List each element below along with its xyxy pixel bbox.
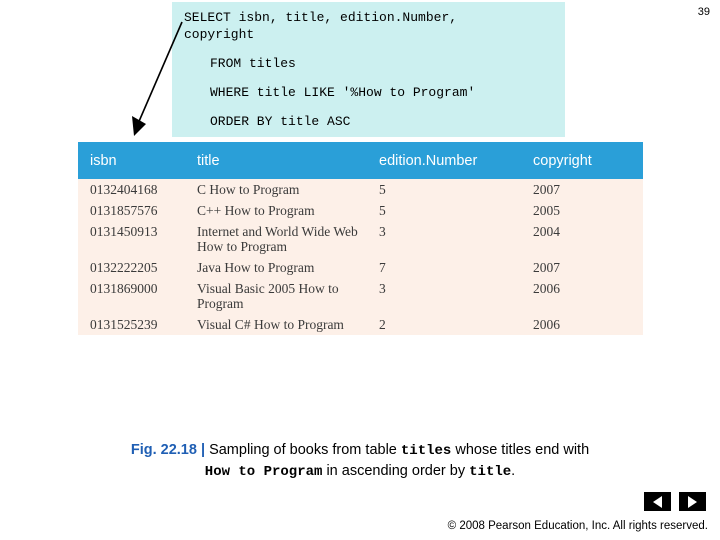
- caption-separator: |: [200, 442, 206, 458]
- column-header-edition-number: edition.Number: [373, 142, 521, 179]
- table-row: 0131525239 Visual C# How to Program 2 20…: [78, 314, 643, 335]
- caption-mono-title: title: [469, 464, 512, 480]
- cell-title: Visual Basic 2005 How to Program: [185, 278, 373, 314]
- cell-title: Visual C# How to Program: [185, 314, 373, 335]
- cell-title: Java How to Program: [185, 257, 373, 278]
- callout-arrow-icon: [132, 21, 183, 136]
- query-results-table: isbn title edition.Number copyright 0132…: [78, 142, 643, 335]
- sql-line-2: copyright: [184, 27, 255, 42]
- caption-period: .: [511, 463, 516, 479]
- caption-text-3: in ascending order by: [326, 463, 466, 479]
- cell-copyright: 2006: [521, 278, 643, 314]
- sql-line-4: WHERE title LIKE '%How to Program': [210, 85, 476, 100]
- previous-slide-button[interactable]: [644, 492, 671, 511]
- table-row: 0131857576 C++ How to Program 5 2005: [78, 200, 643, 221]
- caption-mono-titles: titles: [400, 443, 452, 459]
- slide-navigation: [644, 492, 706, 511]
- cell-isbn: 0131525239: [78, 314, 185, 335]
- figure-label: Fig. 22.18: [130, 442, 197, 458]
- caption-mono-how-to-program: How to Program: [204, 464, 323, 480]
- table-header-row: isbn title edition.Number copyright: [78, 142, 643, 179]
- table-row: 0132404168 C How to Program 5 2007: [78, 179, 643, 200]
- sql-query-box: SELECT isbn, title, edition.Number, copy…: [172, 2, 565, 137]
- left-arrow-icon: [653, 495, 662, 508]
- table-row: 0131450913 Internet and World Wide Web H…: [78, 221, 643, 257]
- table-row: 0131869000 Visual Basic 2005 How to Prog…: [78, 278, 643, 314]
- caption-line-1: Fig. 22.18 | Sampling of books from tabl…: [0, 440, 720, 461]
- right-arrow-icon: [688, 495, 697, 508]
- cell-edition: 5: [373, 179, 521, 200]
- caption-line-2: How to Program in ascending order by tit…: [0, 461, 720, 482]
- cell-edition: 3: [373, 221, 521, 257]
- cell-isbn: 0132404168: [78, 179, 185, 200]
- cell-isbn: 0131869000: [78, 278, 185, 314]
- sql-line-5: ORDER BY title ASC: [210, 114, 351, 129]
- cell-edition: 3: [373, 278, 521, 314]
- sql-line-3: FROM titles: [210, 56, 296, 71]
- cell-copyright: 2004: [521, 221, 643, 257]
- cell-copyright: 2005: [521, 200, 643, 221]
- caption-text-2: whose titles end with: [455, 442, 590, 458]
- cell-isbn: 0131857576: [78, 200, 185, 221]
- next-slide-button[interactable]: [679, 492, 706, 511]
- sql-line-1: SELECT isbn, title, edition.Number,: [184, 10, 458, 25]
- slide-number: 39: [697, 6, 710, 18]
- caption-text-1: Sampling of books from table: [209, 442, 397, 458]
- copyright-footer: © 2008 Pearson Education, Inc. All right…: [447, 520, 708, 532]
- cell-edition: 7: [373, 257, 521, 278]
- cell-copyright: 2007: [521, 257, 643, 278]
- cell-title: Internet and World Wide Web How to Progr…: [185, 221, 373, 257]
- cell-copyright: 2006: [521, 314, 643, 335]
- cell-isbn: 0132222205: [78, 257, 185, 278]
- cell-isbn: 0131450913: [78, 221, 185, 257]
- figure-caption: Fig. 22.18 | Sampling of books from tabl…: [0, 440, 720, 482]
- table-row: 0132222205 Java How to Program 7 2007: [78, 257, 643, 278]
- cell-edition: 5: [373, 200, 521, 221]
- cell-copyright: 2007: [521, 179, 643, 200]
- column-header-isbn: isbn: [78, 142, 185, 179]
- cell-edition: 2: [373, 314, 521, 335]
- column-header-title: title: [185, 142, 373, 179]
- cell-title: C How to Program: [185, 179, 373, 200]
- column-header-copyright: copyright: [521, 142, 643, 179]
- cell-title: C++ How to Program: [185, 200, 373, 221]
